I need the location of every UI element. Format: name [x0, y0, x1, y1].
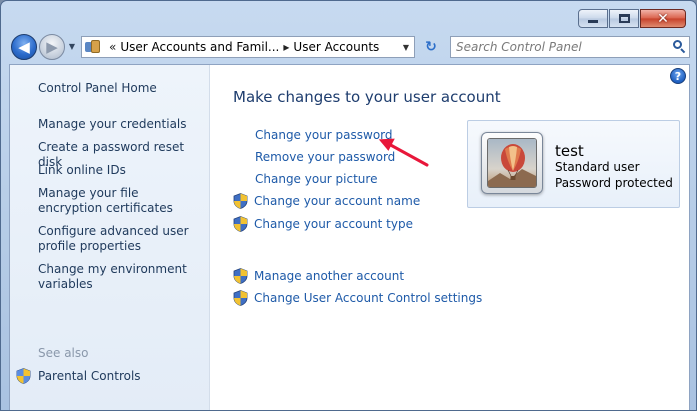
maximize-icon: [618, 14, 630, 23]
minimize-icon: [588, 20, 598, 23]
avatar[interactable]: [481, 132, 543, 194]
uac-settings-label: Change User Account Control settings: [254, 291, 483, 305]
content-area: Control Panel Home Manage your credentia…: [9, 64, 690, 410]
sidebar-item-file-encryption[interactable]: Manage your file encryption certificates: [38, 186, 206, 216]
search-icon[interactable]: [669, 37, 689, 57]
change-account-name-link[interactable]: Change your account name: [233, 193, 420, 209]
change-picture-link[interactable]: Change your picture: [255, 172, 377, 186]
sidebar-item-advanced-profile[interactable]: Configure advanced user profile properti…: [38, 224, 206, 254]
manage-another-account-label: Manage another account: [254, 269, 405, 283]
recent-pages-button[interactable]: ▼: [67, 42, 77, 52]
close-button[interactable]: ✕: [640, 9, 686, 28]
address-overflow-icon[interactable]: «: [109, 40, 116, 54]
breadcrumb-user-accounts[interactable]: User Accounts: [293, 40, 379, 54]
sidebar-item-environment-variables[interactable]: Change my environment variables: [38, 262, 206, 292]
change-account-type-link[interactable]: Change your account type: [233, 216, 413, 232]
change-password-link[interactable]: Change your password: [255, 128, 393, 142]
uac-shield-icon: [233, 193, 248, 209]
uac-shield-icon: [233, 290, 248, 306]
account-status: Password protected: [555, 176, 673, 190]
control-panel-home-link[interactable]: Control Panel Home: [38, 81, 206, 96]
change-account-type-label: Change your account type: [254, 217, 413, 231]
back-button[interactable]: ◀: [11, 34, 37, 60]
uac-shield-icon: [233, 216, 248, 232]
back-arrow-icon: ◀: [18, 38, 30, 56]
forward-button[interactable]: ▶: [39, 34, 65, 60]
refresh-button[interactable]: ↻: [419, 36, 443, 58]
help-button[interactable]: ?: [670, 68, 686, 84]
search-box: [450, 36, 690, 58]
maximize-button[interactable]: [609, 9, 639, 28]
uac-shield-icon: [233, 268, 248, 284]
help-icon: ?: [674, 69, 682, 83]
sidebar-item-link-online-ids[interactable]: Link online IDs: [38, 163, 206, 178]
navigation-bar: ◀ ▶ ▼ « User Accounts and Famil... ▸ Use…: [9, 33, 690, 61]
hot-air-balloon-picture: [487, 138, 537, 188]
breadcrumb-separator-icon[interactable]: ▸: [283, 40, 289, 54]
account-type: Standard user: [555, 160, 640, 174]
uac-shield-icon: [16, 368, 31, 384]
breadcrumb-user-accounts-and-family[interactable]: User Accounts and Famil...: [120, 40, 279, 54]
annotation-arrow: [378, 138, 429, 167]
address-bar[interactable]: « User Accounts and Famil... ▸ User Acco…: [81, 36, 415, 58]
control-panel-window: ✕ ◀ ▶ ▼ « User Accounts and Famil... ▸ U…: [0, 0, 697, 411]
see-also-heading: See also: [38, 346, 89, 360]
sidebar-item-manage-credentials[interactable]: Manage your credentials: [38, 117, 206, 132]
page-title: Make changes to your user account: [233, 88, 501, 106]
refresh-icon: ↻: [425, 39, 437, 55]
uac-settings-link[interactable]: Change User Account Control settings: [233, 290, 482, 306]
manage-another-account-link[interactable]: Manage another account: [233, 268, 404, 284]
chevron-down-icon: ▼: [68, 42, 76, 51]
address-dropdown-icon[interactable]: ▼: [398, 37, 414, 57]
task-pane: Control Panel Home Manage your credentia…: [10, 65, 210, 410]
account-name: test: [555, 142, 584, 160]
minimize-button[interactable]: [578, 9, 608, 28]
close-icon: ✕: [657, 10, 669, 27]
change-account-name-label: Change your account name: [254, 194, 421, 208]
user-accounts-icon: [85, 40, 101, 54]
parental-controls-link[interactable]: Parental Controls: [16, 368, 141, 384]
caption-buttons: ✕: [578, 9, 686, 28]
search-input[interactable]: [451, 37, 669, 57]
account-card: test Standard user Password protected: [467, 120, 680, 208]
forward-arrow-icon: ▶: [46, 38, 58, 56]
parental-controls-label: Parental Controls: [38, 369, 141, 383]
